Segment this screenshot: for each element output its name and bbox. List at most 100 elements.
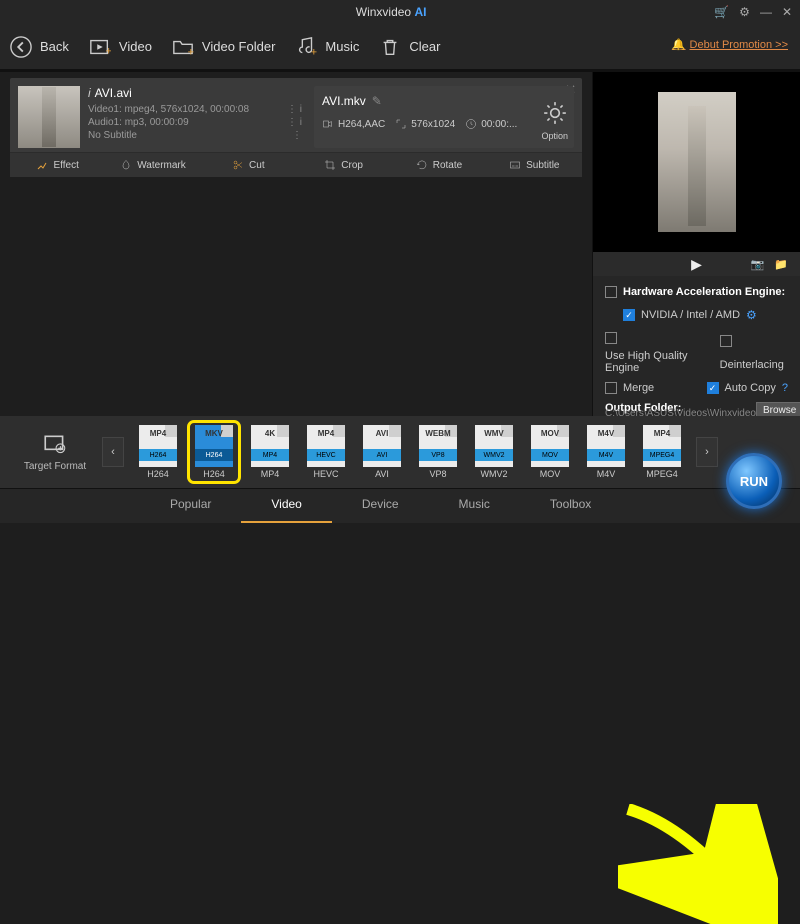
hw-vendor-label: NVIDIA / Intel / AMD bbox=[641, 309, 740, 321]
watermark-button[interactable]: Watermark bbox=[105, 153, 200, 177]
annotation-arrow bbox=[618, 804, 778, 924]
target-format-label: Target Format bbox=[20, 461, 90, 472]
codec-options-button[interactable]: Option bbox=[541, 100, 568, 141]
settings-gear-icon[interactable]: ⚙ bbox=[739, 5, 750, 19]
run-button[interactable]: RUN bbox=[726, 453, 782, 509]
merge-label: Merge bbox=[623, 382, 654, 394]
edit-subtitle-icon[interactable]: ⋮ bbox=[292, 130, 302, 141]
effect-button[interactable]: Effect bbox=[10, 153, 105, 177]
output-resolution: 576x1024 bbox=[395, 118, 455, 130]
hw-accel-checkbox[interactable] bbox=[605, 286, 617, 298]
tab-toolbox[interactable]: Toolbox bbox=[520, 489, 621, 523]
format-mp4-4k[interactable]: 4KMP4MP4 bbox=[248, 425, 292, 479]
output-filename: AVI.mkv bbox=[322, 94, 366, 108]
trash-icon bbox=[379, 36, 401, 58]
svg-text:+: + bbox=[105, 45, 111, 57]
output-folder-path: C:\Users\ASUS\Videos\Winxvideo AI bbox=[605, 408, 756, 416]
preview-image bbox=[658, 92, 736, 232]
help-icon[interactable]: ? bbox=[782, 382, 788, 394]
edit-video-stream-icon[interactable]: ⋮ i bbox=[287, 104, 302, 115]
cart-icon[interactable]: 🛒 bbox=[714, 5, 729, 19]
video-folder-label: Video Folder bbox=[202, 39, 275, 54]
back-label: Back bbox=[40, 39, 69, 54]
edit-tools-bar: Effect Watermark Cut Crop Rotate Subtitl… bbox=[10, 152, 582, 177]
hw-settings-icon[interactable]: ⚙ bbox=[746, 308, 757, 322]
encode-settings: Hardware Acceleration Engine: ✓ NVIDIA /… bbox=[593, 276, 800, 416]
file-card[interactable]: ✕ i AVI.avi Video1: mpeg4, 576x1024, 00:… bbox=[10, 78, 582, 177]
edit-audio-stream-icon[interactable]: ⋮ i bbox=[287, 117, 302, 128]
hq-checkbox[interactable] bbox=[605, 332, 617, 344]
output-duration: 00:00:... bbox=[465, 118, 517, 130]
autocopy-checkbox[interactable]: ✓ bbox=[707, 382, 719, 394]
option-label: Option bbox=[541, 131, 568, 141]
main-toolbar: Back + Video + Video Folder + Music Clea… bbox=[0, 24, 800, 72]
format-category-tabs: Popular Video Device Music Toolbox bbox=[0, 488, 800, 523]
video-preview bbox=[593, 72, 800, 252]
format-vp8-webm[interactable]: WEBMVP8VP8 bbox=[416, 425, 460, 479]
add-video-folder-button[interactable]: + Video Folder bbox=[172, 36, 275, 58]
gear-icon bbox=[542, 100, 568, 126]
bell-icon: 🔔 bbox=[672, 38, 686, 51]
video-label: Video bbox=[119, 39, 152, 54]
format-avi-avi[interactable]: AVIAVIAVI bbox=[360, 425, 404, 479]
format-h264-mp4[interactable]: MP4H264H264 bbox=[136, 425, 180, 479]
file-meta: i AVI.avi Video1: mpeg4, 576x1024, 00:00… bbox=[88, 86, 306, 148]
cut-button[interactable]: Cut bbox=[201, 153, 296, 177]
subtitle-button[interactable]: Subtitle bbox=[487, 153, 582, 177]
hq-label: Use High Quality Engine bbox=[605, 350, 720, 374]
format-h264-mkv[interactable]: MKVH264H264 bbox=[192, 425, 236, 479]
snapshot-icon[interactable]: 📷 bbox=[751, 258, 765, 271]
format-mpeg4-mp4[interactable]: MP4MPEG4MPEG4 bbox=[640, 425, 684, 479]
target-format-button[interactable]: Target Format bbox=[20, 432, 90, 472]
music-label: Music bbox=[325, 39, 359, 54]
tab-popular[interactable]: Popular bbox=[140, 489, 241, 523]
browse-button[interactable]: Browse bbox=[756, 402, 800, 416]
format-mov-mov[interactable]: MOVMOVMOV bbox=[528, 425, 572, 479]
target-format-icon bbox=[40, 432, 70, 458]
clear-label: Clear bbox=[409, 39, 440, 54]
format-list: MP4H264H264 MKVH264H264 4KMP4MP4 MP4HEVCHEV… bbox=[136, 425, 684, 479]
play-icon[interactable]: ▶ bbox=[691, 256, 702, 273]
promo-link[interactable]: 🔔 Debut Promotion >> bbox=[672, 38, 788, 51]
format-bar: Target Format ‹ MP4H264H264 MKVH264H264 4K… bbox=[0, 416, 800, 523]
close-button[interactable]: ✕ bbox=[782, 5, 792, 19]
crop-button[interactable]: Crop bbox=[296, 153, 391, 177]
minimize-button[interactable]: — bbox=[760, 5, 772, 19]
deint-label: Deinterlacing bbox=[720, 359, 784, 371]
format-m4v-m4v[interactable]: M4VM4VM4V bbox=[584, 425, 628, 479]
subtitle-info: No Subtitle bbox=[88, 130, 137, 141]
tab-device[interactable]: Device bbox=[332, 489, 429, 523]
svg-text:+: + bbox=[188, 46, 194, 58]
output-codec: H264,AAC bbox=[322, 118, 385, 130]
clear-button[interactable]: Clear bbox=[379, 36, 440, 58]
music-icon: + bbox=[295, 36, 317, 58]
back-icon bbox=[10, 36, 32, 58]
add-video-button[interactable]: + Video bbox=[89, 36, 152, 58]
rotate-button[interactable]: Rotate bbox=[391, 153, 486, 177]
folder-icon: + bbox=[172, 36, 194, 58]
autocopy-label: Auto Copy bbox=[725, 382, 776, 394]
file-name: AVI.avi bbox=[95, 86, 132, 100]
file-thumbnail bbox=[18, 86, 80, 148]
file-list-panel: ✕ i AVI.avi Video1: mpeg4, 576x1024, 00:… bbox=[0, 72, 592, 416]
format-scroll-right[interactable]: › bbox=[696, 437, 718, 467]
add-music-button[interactable]: + Music bbox=[295, 36, 359, 58]
hw-accel-label: Hardware Acceleration Engine: bbox=[623, 286, 785, 298]
promo-label: Debut Promotion >> bbox=[690, 39, 788, 51]
deint-checkbox[interactable] bbox=[720, 335, 732, 347]
preview-panel: ▶ 📷 📁 Hardware Acceleration Engine: ✓ NV… bbox=[592, 72, 800, 416]
svg-text:+: + bbox=[311, 46, 317, 58]
back-button[interactable]: Back bbox=[10, 36, 69, 58]
rename-icon[interactable]: ✎ bbox=[372, 94, 382, 108]
tab-video[interactable]: Video bbox=[241, 489, 331, 523]
format-hevc-mp4[interactable]: MP4HEVCHEVC bbox=[304, 425, 348, 479]
format-wmv2-wmv[interactable]: WMVWMV2WMV2 bbox=[472, 425, 516, 479]
video-stream-info: Video1: mpeg4, 576x1024, 00:00:08 bbox=[88, 104, 249, 115]
tab-music[interactable]: Music bbox=[429, 489, 520, 523]
hw-vendor-checkbox[interactable]: ✓ bbox=[623, 309, 635, 321]
title-bar: Winxvideo AI 🛒 ⚙ — ✕ bbox=[0, 0, 800, 24]
format-scroll-left[interactable]: ‹ bbox=[102, 437, 124, 467]
app-title: Winxvideo AI bbox=[68, 5, 714, 19]
open-folder-icon[interactable]: 📁 bbox=[774, 258, 788, 271]
merge-checkbox[interactable] bbox=[605, 382, 617, 394]
